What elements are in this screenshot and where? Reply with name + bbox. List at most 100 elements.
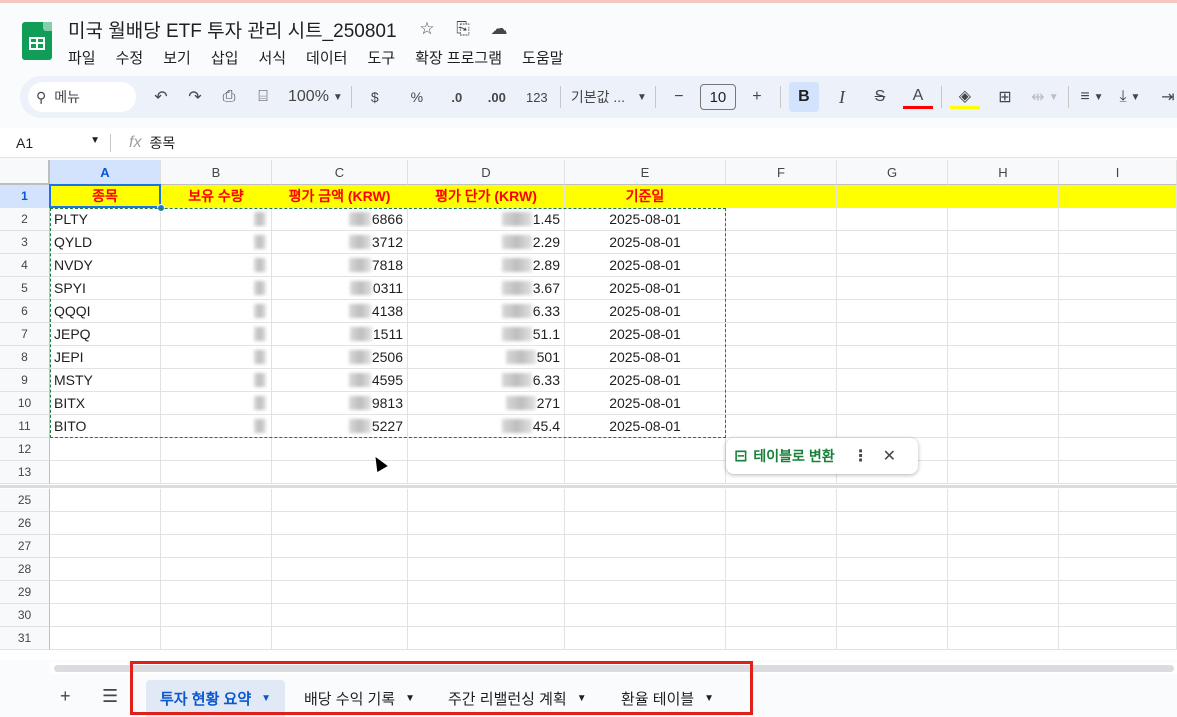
cell-e26[interactable] bbox=[565, 512, 726, 535]
cell-h7[interactable] bbox=[948, 323, 1059, 346]
cell-g28[interactable] bbox=[837, 558, 948, 581]
cell-c12[interactable] bbox=[272, 438, 408, 461]
cell-b5[interactable] bbox=[161, 277, 272, 300]
cell-f1[interactable] bbox=[726, 185, 837, 208]
column-header-i[interactable]: I bbox=[1059, 160, 1177, 185]
cell-h9[interactable] bbox=[948, 369, 1059, 392]
cell-d7[interactable]: 51.1 bbox=[408, 323, 565, 346]
cell-i5[interactable] bbox=[1059, 277, 1177, 300]
cell-a12[interactable] bbox=[50, 438, 161, 461]
cell-f3[interactable] bbox=[726, 231, 837, 254]
formula-input[interactable]: 종목 bbox=[149, 133, 175, 153]
cell-b29[interactable] bbox=[161, 581, 272, 604]
cell-f26[interactable] bbox=[726, 512, 837, 535]
cell-e9[interactable]: 2025-08-01 bbox=[565, 369, 726, 392]
cell-h26[interactable] bbox=[948, 512, 1059, 535]
chevron-down-icon[interactable]: ▼ bbox=[405, 693, 415, 704]
cell-f31[interactable] bbox=[726, 627, 837, 650]
cell-g31[interactable] bbox=[837, 627, 948, 650]
cell-f11[interactable] bbox=[726, 415, 837, 438]
cell-i8[interactable] bbox=[1059, 346, 1177, 369]
cell-i10[interactable] bbox=[1059, 392, 1177, 415]
cell-d26[interactable] bbox=[408, 512, 565, 535]
horizontal-scrollbar[interactable] bbox=[50, 662, 1177, 674]
sheet-tab-investment-summary[interactable]: 투자 현황 요약 ▼ bbox=[146, 680, 286, 717]
row-header-27[interactable]: 27 bbox=[0, 535, 50, 558]
sheets-logo-icon[interactable] bbox=[22, 22, 52, 60]
cell-f9[interactable] bbox=[726, 369, 837, 392]
bold-button[interactable]: B bbox=[788, 82, 819, 112]
cell-h6[interactable] bbox=[948, 300, 1059, 323]
cell-g29[interactable] bbox=[837, 581, 948, 604]
cell-d9[interactable]: 6.33 bbox=[408, 369, 565, 392]
text-wrap-icon[interactable]: ⇥ bbox=[1153, 82, 1177, 112]
row-header-9[interactable]: 9 bbox=[0, 369, 50, 392]
cell-e11[interactable]: 2025-08-01 bbox=[565, 415, 726, 438]
cell-c1[interactable]: 평가 금액 (KRW) bbox=[272, 185, 408, 208]
paint-format-icon[interactable]: ⌸ bbox=[248, 82, 278, 112]
cell-f8[interactable] bbox=[726, 346, 837, 369]
cell-b3[interactable] bbox=[161, 231, 272, 254]
cell-b31[interactable] bbox=[161, 627, 272, 650]
cell-d29[interactable] bbox=[408, 581, 565, 604]
cell-b10[interactable] bbox=[161, 392, 272, 415]
cell-f5[interactable] bbox=[726, 277, 837, 300]
name-box[interactable]: A1 ▼ bbox=[0, 135, 110, 151]
convert-to-table-label[interactable]: 테이블로 변환 bbox=[753, 446, 834, 466]
column-header-d[interactable]: D bbox=[408, 160, 565, 185]
cell-h31[interactable] bbox=[948, 627, 1059, 650]
cell-b8[interactable] bbox=[161, 346, 272, 369]
cell-a26[interactable] bbox=[50, 512, 161, 535]
cell-h1[interactable] bbox=[948, 185, 1059, 208]
star-icon[interactable]: ☆ bbox=[416, 18, 438, 40]
cell-g8[interactable] bbox=[837, 346, 948, 369]
cell-d30[interactable] bbox=[408, 604, 565, 627]
column-header-c[interactable]: C bbox=[272, 160, 408, 185]
cell-h10[interactable] bbox=[948, 392, 1059, 415]
cell-a1[interactable]: 종목 bbox=[50, 185, 161, 208]
cell-b11[interactable] bbox=[161, 415, 272, 438]
menu-edit[interactable]: 수정 bbox=[116, 47, 144, 68]
cell-h4[interactable] bbox=[948, 254, 1059, 277]
cell-d13[interactable] bbox=[408, 461, 565, 484]
cell-b27[interactable] bbox=[161, 535, 272, 558]
cell-d5[interactable]: 3.67 bbox=[408, 277, 565, 300]
cell-h29[interactable] bbox=[948, 581, 1059, 604]
cell-g30[interactable] bbox=[837, 604, 948, 627]
cell-d28[interactable] bbox=[408, 558, 565, 581]
cell-i12[interactable] bbox=[1059, 438, 1177, 461]
cell-d3[interactable]: 2.29 bbox=[408, 231, 565, 254]
cell-f29[interactable] bbox=[726, 581, 837, 604]
cell-d8[interactable]: 501 bbox=[408, 346, 565, 369]
cell-e13[interactable] bbox=[565, 461, 726, 484]
cell-f2[interactable] bbox=[726, 208, 837, 231]
column-header-f[interactable]: F bbox=[726, 160, 837, 185]
cell-e1[interactable]: 기준일 bbox=[565, 185, 726, 208]
cell-b12[interactable] bbox=[161, 438, 272, 461]
cell-h25[interactable] bbox=[948, 489, 1059, 512]
cell-e29[interactable] bbox=[565, 581, 726, 604]
row-header-31[interactable]: 31 bbox=[0, 627, 50, 650]
number-format-button[interactable]: 123 bbox=[522, 82, 552, 112]
cell-a9[interactable]: MSTY bbox=[50, 369, 161, 392]
cell-h11[interactable] bbox=[948, 415, 1059, 438]
cell-c4[interactable]: 7818 bbox=[272, 254, 408, 277]
undo-icon[interactable]: ↶ bbox=[146, 82, 176, 112]
cell-g5[interactable] bbox=[837, 277, 948, 300]
cell-f30[interactable] bbox=[726, 604, 837, 627]
row-header-4[interactable]: 4 bbox=[0, 254, 50, 277]
cell-i9[interactable] bbox=[1059, 369, 1177, 392]
cell-d1[interactable]: 평가 단가 (KRW) bbox=[408, 185, 565, 208]
cell-b13[interactable] bbox=[161, 461, 272, 484]
cell-g9[interactable] bbox=[837, 369, 948, 392]
cell-g25[interactable] bbox=[837, 489, 948, 512]
font-select[interactable]: 기본값 ... ▼ bbox=[571, 82, 647, 112]
align-vertical-icon[interactable]: ⤓ ▼ bbox=[1115, 82, 1145, 112]
percent-format-button[interactable]: % bbox=[402, 82, 432, 112]
cell-a7[interactable]: JEPQ bbox=[50, 323, 161, 346]
chevron-down-icon[interactable]: ▼ bbox=[261, 693, 271, 704]
row-header-13[interactable]: 13 bbox=[0, 461, 50, 484]
cell-f6[interactable] bbox=[726, 300, 837, 323]
cell-b30[interactable] bbox=[161, 604, 272, 627]
close-icon[interactable]: ✕ bbox=[883, 446, 896, 466]
